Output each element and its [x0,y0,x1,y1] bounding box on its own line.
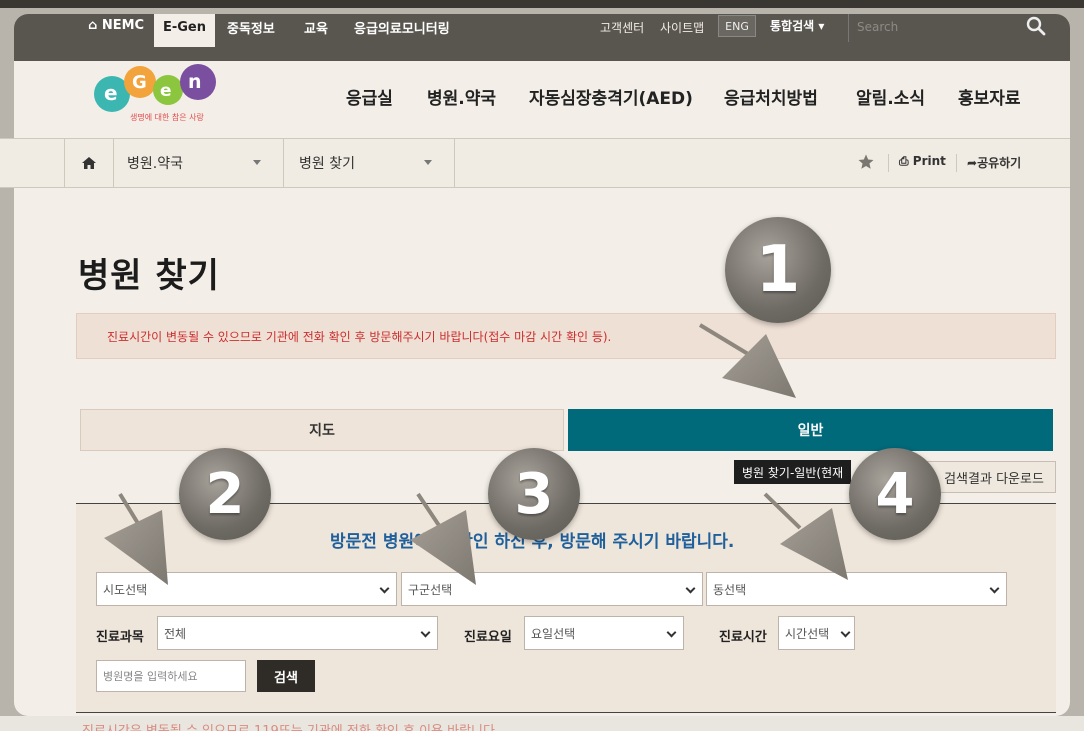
nav-first-aid[interactable]: 응급처치방법 [724,84,818,109]
nemc-label: NEMC [101,18,145,33]
time-select[interactable]: 시간선택 [778,616,855,650]
share-label: 공유하기 [977,156,1022,170]
notice-box: 진료시간이 변동될 수 있으므로 기관에 전화 확인 후 방문해주시기 바랍니다… [76,313,1056,359]
svg-text:e: e [160,81,172,101]
chevron-down-icon [989,583,1000,594]
topbar-link-poison[interactable]: 중독정보 [227,18,275,37]
chevron-down-icon [840,627,851,638]
nav-aed[interactable]: 자동심장충격기(AED) [529,84,693,109]
print-button[interactable]: ⎙ Print [899,154,946,169]
nemc-link[interactable]: ⌂ NEMC [88,18,144,33]
sido-value: 시도선택 [103,582,148,597]
tab-general[interactable]: 일반 [568,409,1053,451]
logo-subtitle: 생명에 대한 참은 사랑 [130,113,204,122]
svg-text:e: e [104,81,118,105]
svg-text:G: G [132,72,147,93]
search-submit-button[interactable]: 검색 [257,660,315,692]
chevron-down-icon [253,160,261,165]
chevron-down-icon [420,627,431,638]
tooltip: 병원 찾기-일반(현재 [734,460,852,484]
annotation-badge-3: 3 [488,448,580,540]
customer-center-link[interactable]: 고객센터 [600,19,644,36]
gugun-value: 구군선택 [408,582,453,597]
svg-text:n: n [188,71,202,93]
sido-select[interactable]: 시도선택 [96,572,397,606]
search-icon[interactable] [1026,16,1046,36]
chevron-down-icon [666,627,677,638]
breadcrumb-level2-dropdown[interactable]: 병원 찾기 [284,139,455,187]
star-icon[interactable] [857,153,875,171]
annotation-badge-2: 2 [179,448,271,540]
nav-news[interactable]: 알림.소식 [856,84,925,109]
chevron-down-icon [379,583,390,594]
annotation-badge-1: 1 [725,217,831,323]
sitemap-link[interactable]: 사이트맵 [660,19,704,36]
egen-tab[interactable]: E-Gen [154,14,215,47]
breadcrumb: 병원.약국 병원 찾기 ⎙ Print ➦공유하기 [0,138,1070,188]
gugun-select[interactable]: 구군선택 [401,572,703,606]
chevron-down-icon [424,160,432,165]
hospital-name-input[interactable] [96,660,246,692]
nav-hospital-pharmacy[interactable]: 병원.약국 [427,84,496,109]
day-value: 요일선택 [531,626,576,641]
eng-button[interactable]: ENG [718,15,756,37]
tab-map[interactable]: 지도 [80,409,564,451]
topbar-link-monitoring[interactable]: 응급의료모니터링 [354,18,450,37]
footer-notice: 진료시간은 변동될 수 있으므로 119또는 기관에 전화 확인 후 이용 바랍… [82,720,499,731]
page-title: 병원 찾기 [78,256,220,296]
search-input[interactable] [848,14,1056,42]
nav-emergency-room[interactable]: 응급실 [346,84,393,109]
time-label: 진료시간 [719,630,767,645]
print-label: Print [912,154,946,168]
share-button[interactable]: ➦공유하기 [967,154,1021,171]
day-select[interactable]: 요일선택 [524,616,684,650]
breadcrumb-level1-label: 병원.약국 [127,156,183,172]
divider [888,154,889,172]
download-label: 검색결과 다운로드 [944,471,1044,487]
day-label: 진료요일 [464,630,512,645]
integrated-search-label: 통합검색 [770,19,815,33]
time-value: 시간선택 [785,626,830,641]
integrated-search-dropdown[interactable]: 통합검색 ▾ [770,17,824,34]
topbar-link-education[interactable]: 교육 [304,18,328,37]
divider [956,154,957,172]
nav-promotion[interactable]: 홍보자료 [958,84,1021,109]
home-icon[interactable] [64,139,114,187]
breadcrumb-level1-dropdown[interactable]: 병원.약국 [114,139,284,187]
annotation-badge-4: 4 [849,448,941,540]
chevron-down-icon [685,583,696,594]
breadcrumb-level2-label: 병원 찾기 [299,156,355,172]
dong-select[interactable]: 동선택 [706,572,1007,606]
top-frame [0,0,1084,8]
dept-value: 전체 [164,626,187,641]
dong-value: 동선택 [713,582,747,597]
dept-label: 진료과목 [96,630,144,645]
dept-select[interactable]: 전체 [157,616,438,650]
